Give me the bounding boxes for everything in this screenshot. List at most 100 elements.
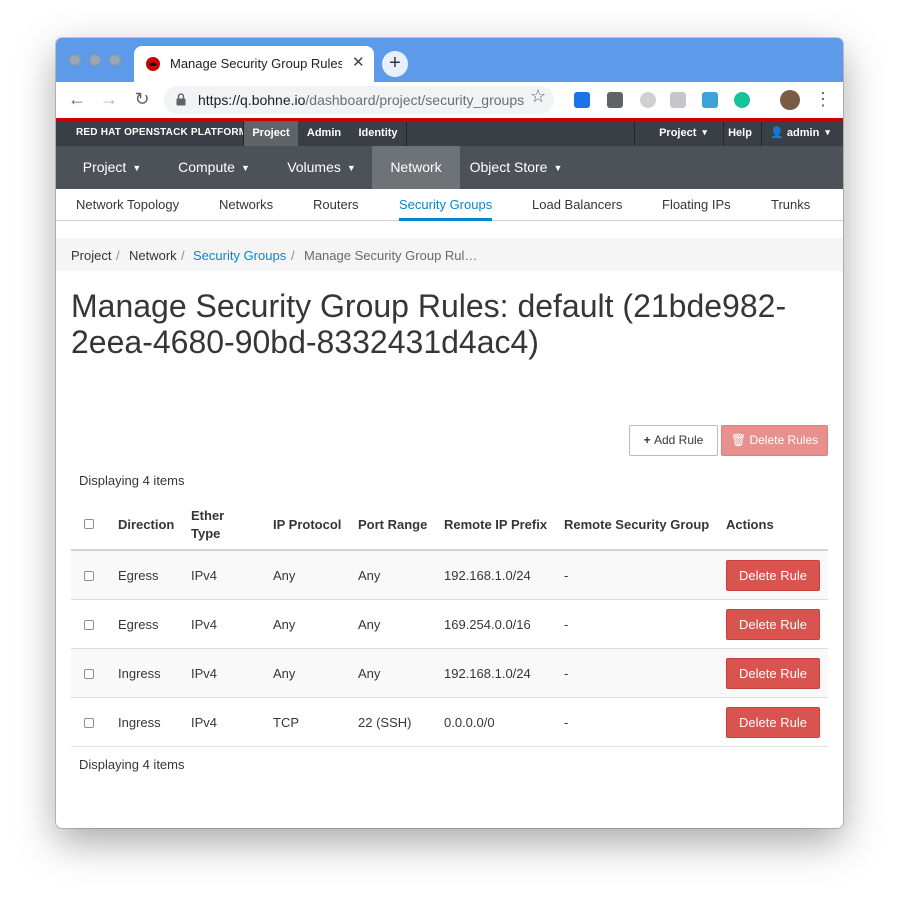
subnav-floating-ips[interactable]: Floating IPs <box>662 197 731 212</box>
main-nav-network[interactable]: Network <box>372 146 460 189</box>
table-row: Egress IPv4 Any Any 169.254.0.0/16 - Del… <box>71 600 828 649</box>
url-host: https://q.bohne.io <box>198 92 306 108</box>
column-header-remote-security-group[interactable]: Remote Security Group <box>564 516 709 534</box>
column-header-remote-ip-prefix[interactable]: Remote IP Prefix <box>444 516 547 534</box>
close-window-button[interactable] <box>69 54 81 66</box>
row-checkbox[interactable] <box>84 620 94 630</box>
divider <box>761 121 762 146</box>
browser-tab[interactable]: Manage Security Group Rules: default ✕ <box>134 46 374 82</box>
extension-grammarly-icon[interactable] <box>734 92 750 108</box>
cell-port-range: 22 (SSH) <box>358 715 412 730</box>
url-text: https://q.bohne.io/dashboard/project/sec… <box>198 92 524 108</box>
cell-ether-type: IPv4 <box>191 715 218 730</box>
cell-remote-ip-prefix: 192.168.1.0/24 <box>444 568 531 583</box>
extension-calendar-icon[interactable] <box>574 92 590 108</box>
cell-port-range: Any <box>358 617 381 632</box>
new-tab-button[interactable]: + <box>382 51 408 77</box>
item-count-top: Displaying 4 items <box>79 473 185 488</box>
browser-menu-icon[interactable]: ⋮ <box>814 88 832 110</box>
project-dropdown[interactable]: Project ▾ <box>648 121 718 146</box>
breadcrumb-security-groups[interactable]: Security Groups <box>193 248 286 263</box>
browser-toolbar: ← → ↻ https://q.bohne.io/dashboard/proje… <box>56 82 843 118</box>
user-dropdown[interactable]: 👤 admin ▾ <box>764 121 836 146</box>
star-icon[interactable]: ☆ <box>530 86 546 107</box>
column-header-port-range[interactable]: Port Range <box>358 516 427 534</box>
delete-rule-button[interactable]: Delete Rule <box>726 560 820 591</box>
user-name: admin <box>786 127 820 139</box>
platform-brand: RED HAT OPENSTACK PLATFORM <box>76 127 248 138</box>
cell-ether-type: IPv4 <box>191 617 218 632</box>
minimize-window-button[interactable] <box>89 54 101 66</box>
main-nav-project[interactable]: Project ▼ <box>64 146 160 189</box>
cell-ether-type: IPv4 <box>191 666 218 681</box>
cell-direction: Ingress <box>118 715 161 730</box>
divider <box>406 121 407 146</box>
extension-box-icon[interactable] <box>607 92 623 108</box>
cell-ip-protocol: Any <box>273 617 296 632</box>
cell-ip-protocol: Any <box>273 568 296 583</box>
topbar-link-project[interactable]: Project <box>244 121 298 146</box>
extension-walkme-icon[interactable] <box>702 92 718 108</box>
cell-remote-ip-prefix: 0.0.0.0/0 <box>444 715 495 730</box>
main-nav-volumes[interactable]: Volumes ▼ <box>269 146 374 189</box>
main-nav-label: Volumes <box>287 159 341 175</box>
cell-remote-ip-prefix: 192.168.1.0/24 <box>444 666 531 681</box>
extension-circle-icon[interactable] <box>640 92 656 108</box>
add-rule-button[interactable]: + Add Rule <box>629 425 718 456</box>
main-nav-label: Network <box>390 159 442 175</box>
column-header-actions: Actions <box>726 517 774 532</box>
active-tab-indicator <box>399 218 492 221</box>
forward-arrow-icon[interactable]: → <box>98 88 120 110</box>
main-nav: Project ▼ Compute ▼ Volumes ▼ Network Objec… <box>56 146 843 189</box>
column-header-direction[interactable]: Direction <box>118 516 174 534</box>
project-dropdown-label: Project <box>659 127 697 139</box>
delete-rules-label: Delete Rules <box>749 433 819 447</box>
cell-direction: Ingress <box>118 666 161 681</box>
cell-remote-ip-prefix: 169.254.0.0/16 <box>444 617 531 632</box>
extension-cloud-icon[interactable] <box>670 92 686 108</box>
subnav-load-balancers[interactable]: Load Balancers <box>532 197 622 212</box>
close-tab-icon[interactable]: ✕ <box>352 53 365 71</box>
subnav-trunks[interactable]: Trunks <box>771 197 810 212</box>
subnav-security-groups[interactable]: Security Groups <box>399 197 492 212</box>
table-row: Ingress IPv4 TCP 22 (SSH) 0.0.0.0/0 - De… <box>71 698 828 747</box>
delete-rule-button[interactable]: Delete Rule <box>726 609 820 640</box>
redhat-logo-icon <box>146 57 160 71</box>
main-nav-compute[interactable]: Compute ▼ <box>162 146 266 189</box>
cell-port-range: Any <box>358 666 381 681</box>
profile-avatar[interactable] <box>780 90 800 110</box>
delete-rules-button[interactable]: 🗑 Delete Rules <box>721 425 828 456</box>
zoom-window-button[interactable] <box>109 54 121 66</box>
chevron-down-icon: ▾ <box>702 127 707 137</box>
item-count-bottom: Displaying 4 items <box>79 757 185 772</box>
chevron-down-icon: ▼ <box>240 163 250 173</box>
subnav-networks[interactable]: Networks <box>219 197 273 212</box>
breadcrumb-separator: / <box>116 248 120 263</box>
back-arrow-icon[interactable]: ← <box>66 88 88 110</box>
chevron-down-icon: ▼ <box>132 163 142 173</box>
column-header-ip-protocol[interactable]: IP Protocol <box>273 516 341 534</box>
main-nav-object-store[interactable]: Object Store ▼ <box>466 146 566 189</box>
help-link[interactable]: Help <box>724 121 756 146</box>
address-bar[interactable]: https://q.bohne.io/dashboard/project/sec… <box>164 86 554 114</box>
chevron-down-icon: ▾ <box>825 127 830 137</box>
add-rule-label: Add Rule <box>653 433 704 447</box>
trash-icon: 🗑 <box>730 433 750 447</box>
delete-rule-button[interactable]: Delete Rule <box>726 707 820 738</box>
user-icon: 👤 <box>770 127 787 139</box>
delete-rule-button[interactable]: Delete Rule <box>726 658 820 689</box>
topbar-link-admin[interactable]: Admin <box>299 121 349 146</box>
divider <box>634 121 635 146</box>
subnav-network-topology[interactable]: Network Topology <box>76 197 179 212</box>
column-header-ether-type[interactable]: Ether Type <box>191 507 241 543</box>
topbar-link-identity[interactable]: Identity <box>350 121 406 146</box>
select-all-checkbox[interactable] <box>84 519 94 529</box>
breadcrumb-project: Project <box>71 248 112 263</box>
subnav-routers[interactable]: Routers <box>313 197 359 212</box>
row-checkbox[interactable] <box>84 718 94 728</box>
reload-icon[interactable]: ↻ <box>131 88 153 110</box>
row-checkbox[interactable] <box>84 669 94 679</box>
tab-strip: Manage Security Group Rules: default ✕ + <box>56 38 843 82</box>
row-checkbox[interactable] <box>84 571 94 581</box>
cell-direction: Egress <box>118 568 159 583</box>
